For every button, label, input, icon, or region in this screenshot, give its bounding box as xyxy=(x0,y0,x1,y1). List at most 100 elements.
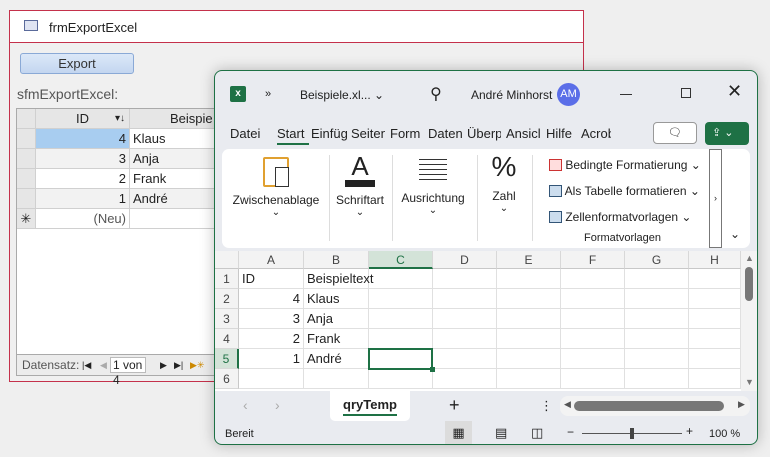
avatar[interactable]: AM xyxy=(557,83,580,106)
cell-H5[interactable] xyxy=(689,349,741,369)
cell-styles-button[interactable]: Zellenformatvorlagen ⌄ xyxy=(549,209,691,225)
add-sheet-icon[interactable]: + xyxy=(449,395,460,416)
column-header-id[interactable]: ID ▾↓ xyxy=(36,109,130,129)
scroll-down-icon[interactable]: ▼ xyxy=(745,377,754,387)
horizontal-scrollbar[interactable]: ◀ ▶ xyxy=(560,396,750,416)
row-header-4[interactable]: 4 xyxy=(215,329,239,349)
cell-E5[interactable] xyxy=(497,349,561,369)
scroll-left-icon[interactable]: ◀ xyxy=(564,399,571,410)
column-header-c[interactable]: C xyxy=(369,251,433,269)
tab-hilfe[interactable]: Hilfe xyxy=(546,126,576,141)
cell-F5[interactable] xyxy=(561,349,625,369)
scroll-up-icon[interactable]: ▲ xyxy=(745,253,754,263)
cell-H6[interactable] xyxy=(689,369,741,389)
cell-id[interactable]: 2 xyxy=(36,169,130,189)
cell-A6[interactable] xyxy=(239,369,304,389)
cell-E3[interactable] xyxy=(497,309,561,329)
cell-E1[interactable] xyxy=(497,269,561,289)
cell-id[interactable]: 1 xyxy=(36,189,130,209)
cell-id[interactable]: 3 xyxy=(36,149,130,169)
cell-C4[interactable] xyxy=(369,329,433,349)
new-record-nav-icon[interactable]: ▶✳ xyxy=(190,355,204,375)
row-selector[interactable] xyxy=(17,189,36,209)
column-header-d[interactable]: D xyxy=(433,251,497,269)
cell-G2[interactable] xyxy=(625,289,689,309)
zoom-slider[interactable] xyxy=(582,428,682,439)
close-button[interactable]: ✕ xyxy=(727,81,742,102)
cell-D1[interactable] xyxy=(433,269,497,289)
alignment-group[interactable]: Ausrichtung ⌄ xyxy=(395,149,471,241)
cell-A2[interactable]: 4 xyxy=(239,289,304,309)
row-selector[interactable] xyxy=(17,129,36,149)
minimize-button[interactable] xyxy=(620,94,632,95)
vertical-scrollbar[interactable]: ▲ ▼ xyxy=(741,251,757,391)
cell-D5[interactable] xyxy=(433,349,497,369)
font-group[interactable]: A Schriftart ⌄ xyxy=(332,149,388,241)
tab-formeln[interactable]: Form xyxy=(390,126,422,141)
tab-seitenlayout[interactable]: Seiten xyxy=(351,126,385,141)
search-icon[interactable]: ⚲ xyxy=(430,84,442,104)
next-sheet-icon[interactable]: › xyxy=(275,397,280,413)
cell-F4[interactable] xyxy=(561,329,625,349)
cell-F1[interactable] xyxy=(561,269,625,289)
maximize-button[interactable] xyxy=(681,88,691,98)
cell-B3[interactable]: Anja xyxy=(304,309,369,329)
row-header-6[interactable]: 6 xyxy=(215,369,239,389)
file-name-dropdown[interactable]: Beispiele.xl... ⌄ xyxy=(300,88,384,102)
cell-B6[interactable] xyxy=(304,369,369,389)
tab-datei[interactable]: Datei xyxy=(230,126,264,141)
tab-einfuegen[interactable]: Einfüg xyxy=(311,126,347,141)
row-header-3[interactable]: 3 xyxy=(215,309,239,329)
cell-B1[interactable]: Beispieltext xyxy=(304,269,373,289)
zoom-level[interactable]: 100 % xyxy=(709,428,740,440)
active-cell[interactable] xyxy=(368,348,435,372)
last-record-icon[interactable]: ▶| xyxy=(174,355,183,375)
row-header-2[interactable]: 2 xyxy=(215,289,239,309)
tab-ansicht[interactable]: Ansicl xyxy=(506,126,540,141)
row-selector[interactable] xyxy=(17,149,36,169)
next-record-icon[interactable]: ▶ xyxy=(160,355,167,375)
cell-H2[interactable] xyxy=(689,289,741,309)
column-header-h[interactable]: H xyxy=(689,251,741,269)
cell-F3[interactable] xyxy=(561,309,625,329)
cell-E2[interactable] xyxy=(497,289,561,309)
clipboard-group[interactable]: Zwischenablage ⌄ xyxy=(227,149,325,241)
cell-B2[interactable]: Klaus xyxy=(304,289,369,309)
more-options-icon[interactable]: ⋮ xyxy=(540,398,553,414)
row-selector[interactable] xyxy=(17,169,36,189)
cell-F2[interactable] xyxy=(561,289,625,309)
column-header-b[interactable]: B xyxy=(304,251,369,269)
cell-id[interactable]: 4 xyxy=(36,129,130,149)
tab-start[interactable]: Start xyxy=(277,126,309,145)
tab-daten[interactable]: Daten xyxy=(428,126,462,141)
cell-A5[interactable]: 1 xyxy=(239,349,304,369)
cell-G4[interactable] xyxy=(625,329,689,349)
tab-acrobat[interactable]: Acrob xyxy=(581,126,611,141)
previous-record-icon[interactable]: ◀ xyxy=(100,355,107,375)
share-button[interactable]: ⇪ ⌄ xyxy=(705,122,749,145)
page-break-view-button[interactable]: ◫ xyxy=(531,421,543,444)
sheet-tab-qrytemp[interactable]: qryTemp xyxy=(330,391,410,421)
tab-ueberpruefen[interactable]: Überp xyxy=(467,126,501,141)
normal-view-button[interactable]: ▦ xyxy=(445,421,472,444)
zoom-out-button[interactable]: − xyxy=(567,425,574,439)
cell-B4[interactable]: Frank xyxy=(304,329,369,349)
cell-H4[interactable] xyxy=(689,329,741,349)
select-all-corner[interactable] xyxy=(215,251,239,269)
ribbon-scroll-right-button[interactable]: › xyxy=(709,149,722,248)
cell-C3[interactable] xyxy=(369,309,433,329)
page-layout-view-button[interactable]: ▤ xyxy=(495,421,507,444)
row-header-5[interactable]: 5 xyxy=(215,349,239,369)
cell-new[interactable]: (Neu) xyxy=(36,209,130,229)
horizontal-scroll-thumb[interactable] xyxy=(574,401,724,411)
zoom-in-button[interactable]: + xyxy=(686,424,693,438)
cell-G5[interactable] xyxy=(625,349,689,369)
row-header-1[interactable]: 1 xyxy=(215,269,239,289)
select-all-corner[interactable] xyxy=(17,109,36,129)
cell-C1[interactable] xyxy=(369,269,433,289)
number-group[interactable]: % Zahl ⌄ xyxy=(480,149,528,241)
cell-A4[interactable]: 2 xyxy=(239,329,304,349)
cell-E6[interactable] xyxy=(497,369,561,389)
column-header-g[interactable]: G xyxy=(625,251,689,269)
conditional-formatting-button[interactable]: Bedingte Formatierung ⌄ xyxy=(549,157,701,173)
